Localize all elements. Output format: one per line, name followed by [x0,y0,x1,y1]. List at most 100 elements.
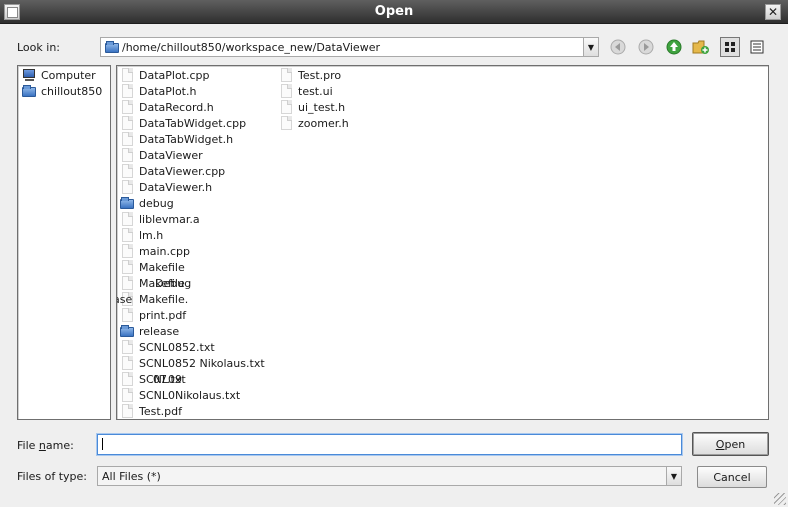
file-name-label: Test.pdf [139,404,182,418]
file-item[interactable]: test.ui [279,83,333,99]
file-item[interactable]: main.cpp [120,243,190,259]
file-item[interactable]: DataTabWidget.h [120,131,233,147]
file-name-label: DataRecord.h [139,100,214,114]
file-item[interactable]: DataTabWidget.cpp [120,115,246,131]
file-item[interactable]: DataRecord.h [120,99,214,115]
chevron-down-icon[interactable]: ▼ [583,38,598,56]
file-item[interactable]: DataViewer.cpp [120,163,225,179]
file-item[interactable]: SCNL0852 Nikolaus.txt [120,355,265,371]
look-in-path: /home/chillout850/workspace_new/DataView… [122,41,380,54]
sidebar-item-label: Computer [41,68,96,82]
file-type-selected: All Files (*) [102,470,161,483]
file-name-label: DataTabWidget.h [139,132,234,146]
close-icon: ✕ [767,5,779,19]
sidebar: Computer chillout850 [17,65,111,420]
file-name-label: print.pdf [139,308,187,322]
file-name-label: File name: [17,439,74,452]
file-icon [279,68,293,82]
file-icon [120,244,134,258]
file-name-label: Makefile [139,260,185,274]
list-view-icon [725,42,735,52]
open-button-label: Open [715,437,746,451]
folder-icon [120,196,134,210]
file-icon [120,100,134,114]
file-item[interactable]: lm.h [120,227,163,243]
computer-icon [22,68,36,82]
chevron-down-icon[interactable]: ▼ [666,467,681,485]
file-icon [120,148,134,162]
sidebar-item-home[interactable]: chillout850 [22,83,102,99]
file-item[interactable]: DataPlot.cpp [120,67,210,83]
file-name-label: release [139,324,180,338]
look-in-label: Look in: [17,41,60,54]
window-title: Open [374,4,414,19]
file-icon [120,84,134,98]
title-bar: Open ✕ [0,0,788,24]
file-item[interactable]: Test.pro [279,67,341,83]
file-icon [120,164,134,178]
file-item[interactable]: print.pdf [120,307,186,323]
file-icon [120,260,134,274]
file-item[interactable]: Makefile [120,259,185,275]
new-folder-button[interactable] [691,37,711,57]
open-button[interactable]: Open [692,432,769,456]
text-caret [102,438,103,450]
file-name-label: DataViewer [139,148,203,162]
file-icon [120,68,134,82]
file-name-label: lm.h [139,228,164,242]
sidebar-item-computer[interactable]: Computer [22,67,96,83]
file-name-label: SCNL0852.txt [139,340,215,354]
folder-item[interactable]: debug [120,195,174,211]
file-name-input[interactable] [97,434,682,455]
file-name-label: main.cpp [139,244,190,258]
file-icon [120,308,134,322]
overlap-text: ase [117,292,133,306]
cancel-button[interactable]: Cancel [697,466,767,488]
file-type-combo[interactable]: All Files (*) ▼ [97,466,682,486]
file-item[interactable]: DataPlot.h [120,83,196,99]
file-item[interactable]: SCNL0Nikolaus.txt [120,387,240,403]
back-button[interactable] [608,37,628,57]
folder-icon [120,324,134,338]
file-icon [120,372,134,386]
file-icon [120,212,134,226]
folder-icon [105,40,119,54]
close-button[interactable]: ✕ [765,4,781,20]
file-icon [120,404,134,418]
file-icon [120,116,134,130]
file-item[interactable]: DataViewer [120,147,203,163]
file-item[interactable]: zoomer.h [279,115,349,131]
file-name-label: DataViewer.cpp [139,164,226,178]
file-item[interactable]: SCNL0852.txt [120,339,215,355]
up-arrow-icon [666,39,682,55]
file-name-label: Test.pro [298,68,342,82]
file-icon [120,132,134,146]
file-name-label: DataTabWidget.cpp [139,116,247,130]
file-item[interactable]: DataViewer.h [120,179,212,195]
folder-item[interactable]: release [120,323,179,339]
resize-grip[interactable] [774,493,786,505]
file-icon [120,388,134,402]
file-name-label: test.ui [298,84,333,98]
look-in-combo[interactable]: /home/chillout850/workspace_new/DataView… [100,37,599,57]
forward-arrow-icon [638,39,654,55]
back-arrow-icon [610,39,626,55]
new-folder-icon [692,40,709,54]
up-button[interactable] [664,37,684,57]
file-icon [120,356,134,370]
file-list[interactable]: DataPlot.cpp DataPlot.h DataRecord.h DataTa… [116,65,769,420]
file-name-label: debug [139,196,174,210]
file-name-label: Makefile. [139,292,189,306]
file-name-label: SCNL0Nikolaus.txt [139,388,241,402]
files-of-type-label: Files of type: [17,470,88,483]
forward-button[interactable] [636,37,656,57]
folder-icon [22,84,36,98]
file-icon [120,180,134,194]
list-view-button[interactable] [720,37,740,57]
file-item[interactable]: ui_test.h [279,99,345,115]
file-item[interactable]: Test.pdf [120,403,182,419]
file-name-label: ui_test.h [298,100,346,114]
file-name-label: DataPlot.cpp [139,68,210,82]
file-item[interactable]: liblevmar.a [120,211,200,227]
detail-view-button[interactable] [747,37,767,57]
